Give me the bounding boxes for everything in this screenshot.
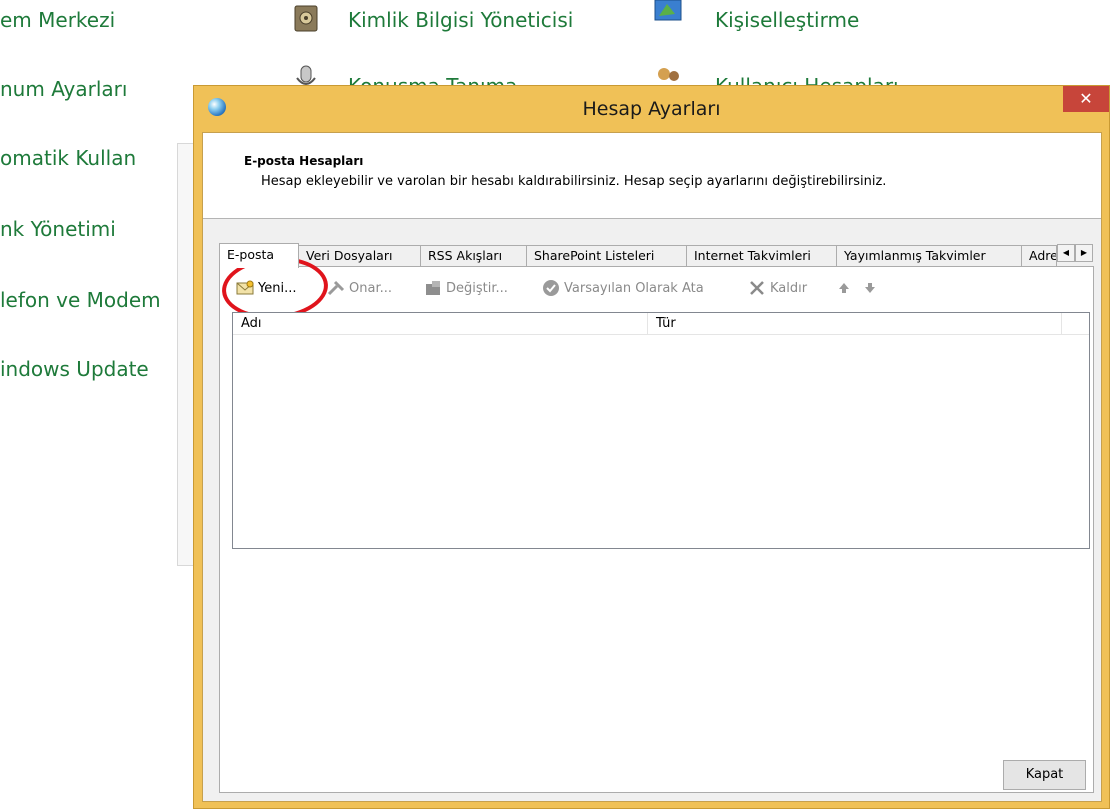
remove-label: Kaldır xyxy=(770,280,808,296)
personalization-icon xyxy=(654,0,682,21)
dialog-title: Hesap Ayarları xyxy=(582,98,721,120)
cp-link-personalization[interactable]: Kişiselleştirme xyxy=(715,8,859,32)
email-tab-panel: Yeni... Onar... Değiştir... Varsayılan O… xyxy=(219,253,1094,793)
checkmark-circle-icon xyxy=(543,280,559,296)
change-button[interactable]: Değiştir... xyxy=(424,275,508,301)
new-account-label: Yeni... xyxy=(258,280,297,296)
cp-link-action-center[interactable]: em Merkezi xyxy=(0,8,115,32)
tab-rss-feeds[interactable]: RSS Akışları xyxy=(420,245,527,267)
tab-internet-calendars[interactable]: Internet Takvimleri xyxy=(686,245,837,267)
title-bar[interactable]: Hesap Ayarları ✕ xyxy=(194,86,1109,132)
set-default-button[interactable]: Varsayılan Olarak Ata xyxy=(542,275,704,301)
toolbar: Yeni... Onar... Değiştir... Varsayılan O… xyxy=(219,253,1028,323)
column-header-name[interactable]: Adı xyxy=(233,313,648,335)
header-description: Hesap ekleyebilir ve varolan bir hesabı … xyxy=(261,174,887,189)
account-settings-dialog: Hesap Ayarları ✕ E-posta Hesapları Hesap… xyxy=(193,85,1110,809)
tab-email[interactable]: E-posta xyxy=(219,243,299,268)
new-account-button[interactable]: Yeni... xyxy=(236,275,296,301)
accounts-list[interactable]: Adı Tür xyxy=(232,312,1090,549)
cp-link-phone-modem[interactable]: lefon ve Modem xyxy=(0,288,161,312)
repair-label: Onar... xyxy=(349,280,392,296)
change-icon xyxy=(426,281,440,295)
repair-tools-icon xyxy=(327,280,345,296)
tab-scroll-right-icon[interactable]: ▶ xyxy=(1075,244,1093,262)
close-icon[interactable]: ✕ xyxy=(1063,86,1109,112)
cp-link-autoplay[interactable]: omatik Kullan xyxy=(0,146,136,170)
credential-manager-icon xyxy=(294,5,318,32)
tab-scroll-left-icon[interactable]: ◀ xyxy=(1057,244,1075,262)
close-dialog-button[interactable]: Kapat xyxy=(1003,760,1086,790)
move-up-button[interactable] xyxy=(838,275,850,301)
header-band: E-posta Hesapları Hesap ekleyebilir ve v… xyxy=(203,133,1101,219)
cp-link-windows-update[interactable]: indows Update xyxy=(0,357,149,381)
tab-strip: E-posta Veri Dosyaları RSS Akışları Shar… xyxy=(219,243,1093,268)
arrow-up-icon xyxy=(839,283,849,293)
cp-link-credential-manager[interactable]: Kimlik Bilgisi Yöneticisi xyxy=(348,8,573,32)
tab-address-books[interactable]: Adres xyxy=(1021,245,1057,267)
arrow-down-icon xyxy=(865,283,875,293)
move-down-button[interactable] xyxy=(864,275,876,301)
tab-published-calendars[interactable]: Yayımlanmış Takvimler xyxy=(836,245,1022,267)
change-label: Değiştir... xyxy=(446,280,508,296)
remove-button[interactable]: Kaldır xyxy=(748,275,807,301)
tab-sharepoint-lists[interactable]: SharePoint Listeleri xyxy=(526,245,687,267)
set-default-label: Varsayılan Olarak Ata xyxy=(564,280,704,296)
new-mail-icon xyxy=(236,280,254,295)
tab-data-files[interactable]: Veri Dosyaları xyxy=(298,245,421,267)
dialog-client-area: E-posta Hesapları Hesap ekleyebilir ve v… xyxy=(202,132,1102,802)
header-title: E-posta Hesapları xyxy=(244,154,364,168)
list-header: Adı Tür xyxy=(233,313,1089,335)
repair-button[interactable]: Onar... xyxy=(327,275,392,301)
cp-link-disk-management[interactable]: nk Yönetimi xyxy=(0,217,116,241)
column-header-type[interactable]: Tür xyxy=(648,313,1062,335)
cp-link-region[interactable]: num Ayarları xyxy=(0,77,127,101)
remove-x-icon xyxy=(750,281,764,295)
